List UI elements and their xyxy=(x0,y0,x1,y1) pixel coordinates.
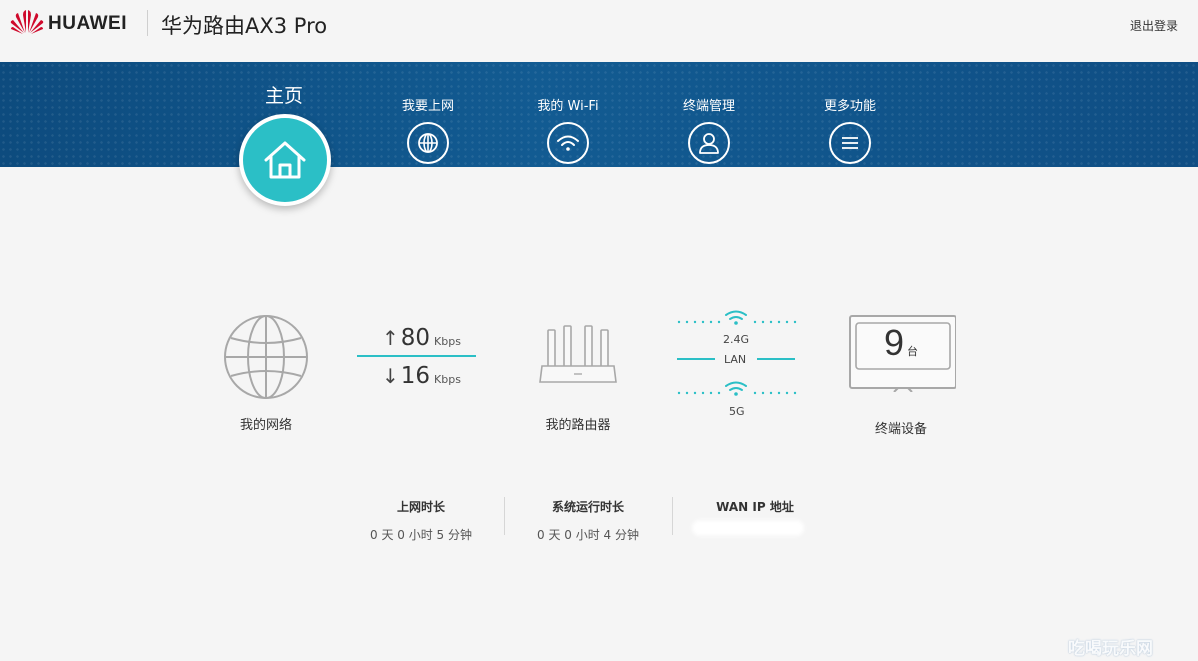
my-router-label: 我的路由器 xyxy=(545,418,611,433)
nav-internet-circle[interactable] xyxy=(407,122,449,164)
home-icon xyxy=(264,141,306,179)
device-count-value: 9 xyxy=(883,322,905,363)
system-uptime-value: 0 天 0 小时 4 分钟 xyxy=(537,528,639,542)
router-icon xyxy=(539,325,617,383)
nav-more-label: 更多功能 xyxy=(823,99,876,114)
device-count: 9台 xyxy=(853,322,949,364)
wan-ip: WAN IP 地址 xyxy=(675,498,835,515)
wan-ip-redacted xyxy=(692,520,804,536)
upload-speed: ↑80 Kbps xyxy=(382,325,461,351)
my-router[interactable]: 我的路由器 xyxy=(526,324,630,433)
upload-value: 80 xyxy=(400,325,431,351)
wan-ip-title: WAN IP 地址 xyxy=(716,500,794,514)
globe-icon xyxy=(418,133,438,153)
download-unit: Kbps xyxy=(434,373,461,386)
nav-devices-label: 终端管理 xyxy=(682,99,735,114)
speed-divider xyxy=(357,355,476,357)
my-network[interactable]: 我的网络 xyxy=(206,312,326,433)
top-bar: HUAWEI 华为路由AX3 Pro 退出登录 xyxy=(0,0,1198,62)
logout-link[interactable]: 退出登录 xyxy=(1130,17,1178,34)
info-divider xyxy=(504,497,505,535)
download-value: 16 xyxy=(400,363,431,389)
nav-wifi[interactable]: 我的 Wi-Fi xyxy=(530,95,606,164)
online-duration-title: 上网时长 xyxy=(396,500,445,514)
arrow-down-icon: ↓ xyxy=(382,364,399,388)
globe-icon xyxy=(224,315,308,399)
main-nav: 主页 我要上网 我的 Wi-Fi 终端管理 更多功能 xyxy=(0,62,1198,206)
my-network-label: 我的网络 xyxy=(239,418,292,433)
brand-name: HUAWEI xyxy=(48,13,127,34)
nav-devices-circle[interactable] xyxy=(688,122,730,164)
online-duration-value: 0 天 0 小时 5 分钟 xyxy=(370,528,472,542)
system-uptime: 系统运行时长 0 天 0 小时 4 分钟 xyxy=(508,498,668,543)
system-uptime-title: 系统运行时长 xyxy=(551,500,624,514)
wifi-icon xyxy=(557,135,579,151)
nav-wifi-label: 我的 Wi-Fi xyxy=(537,99,599,114)
arrow-up-icon: ↑ xyxy=(382,326,399,350)
nav-more[interactable]: 更多功能 xyxy=(820,95,880,164)
wifi-24g-icon xyxy=(725,310,747,320)
band-5g-label: 5G xyxy=(729,405,745,418)
product-title: 华为路由AX3 Pro xyxy=(161,14,328,38)
upload-unit: Kbps xyxy=(434,335,461,348)
device-count-unit: 台 xyxy=(907,346,919,358)
watermark: 吃喝玩乐网 xyxy=(1068,639,1153,659)
nav-home-button[interactable] xyxy=(239,114,331,206)
download-speed: ↓16 Kbps xyxy=(382,363,461,389)
nav-wifi-circle[interactable] xyxy=(547,122,589,164)
lan-label: LAN xyxy=(724,353,747,366)
band-24g-label: 2.4G xyxy=(723,333,750,346)
nav-internet[interactable]: 我要上网 xyxy=(398,95,458,164)
info-divider xyxy=(672,497,673,535)
header-divider xyxy=(147,10,148,36)
wifi-5g-icon xyxy=(725,381,747,391)
huawei-logo-icon xyxy=(10,10,44,34)
nav-more-circle[interactable] xyxy=(829,122,871,164)
nav-devices[interactable]: 终端管理 xyxy=(679,95,739,164)
menu-icon xyxy=(842,137,858,149)
wifi-band-indicator xyxy=(677,310,797,396)
user-icon xyxy=(699,133,719,154)
nav-home-label: 主页 xyxy=(265,85,304,107)
online-duration: 上网时长 0 天 0 小时 5 分钟 xyxy=(341,498,501,543)
devices-label: 终端设备 xyxy=(874,422,927,437)
nav-internet-label: 我要上网 xyxy=(401,99,454,114)
